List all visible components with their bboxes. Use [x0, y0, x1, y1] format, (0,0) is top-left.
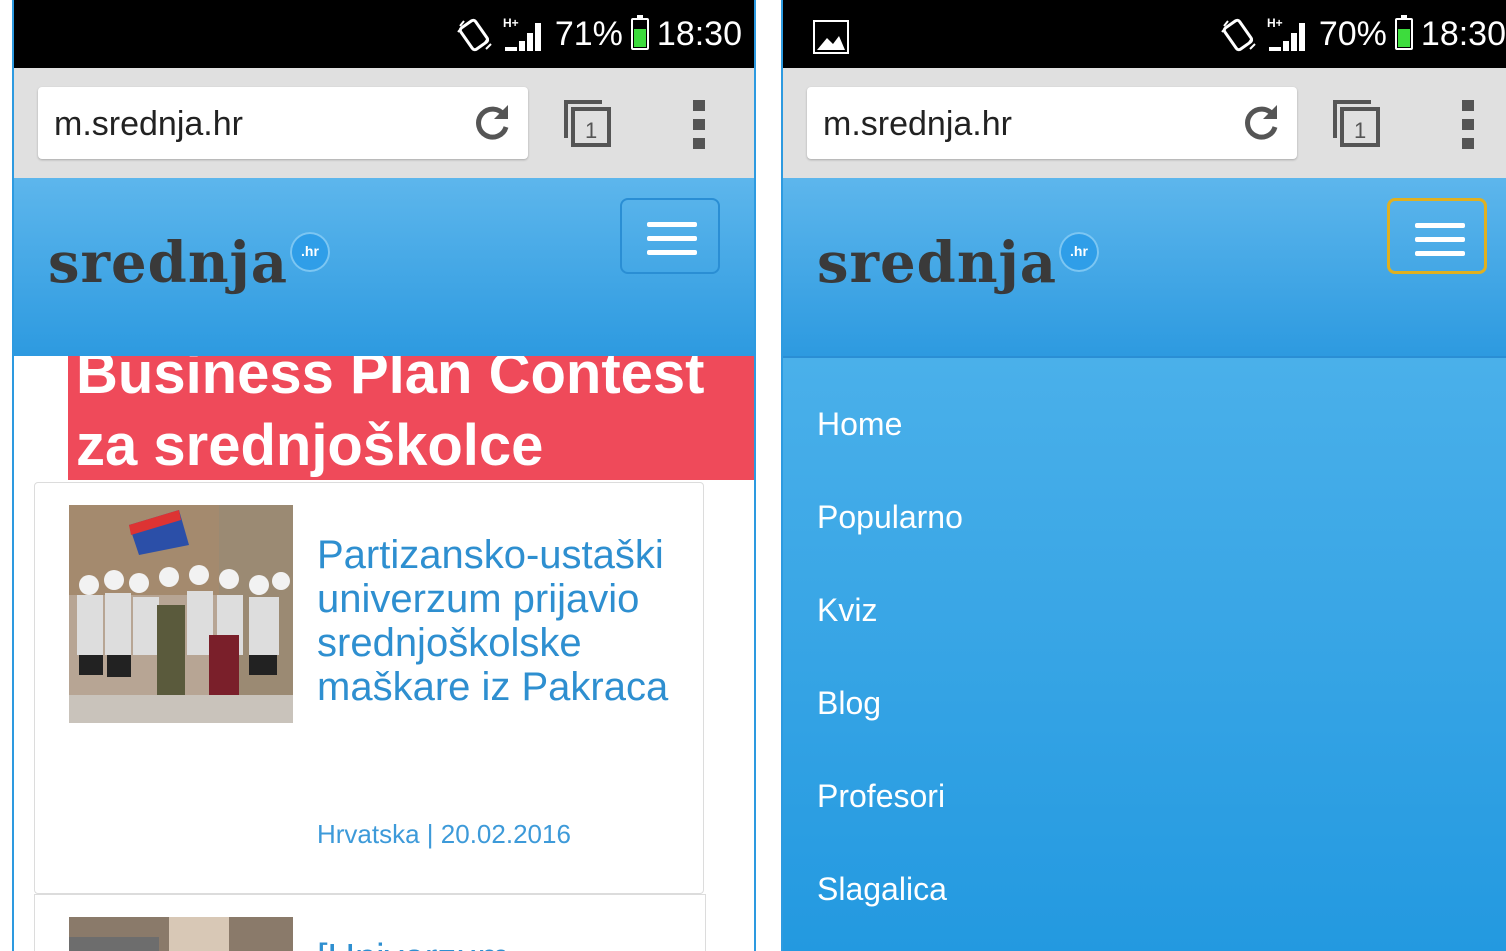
hamburger-menu-icon[interactable] [1387, 198, 1487, 274]
nav-item-popularno[interactable]: Popularno [817, 499, 963, 536]
site-logo[interactable]: srednja [48, 230, 288, 296]
svg-text:1: 1 [585, 118, 597, 143]
site-logo[interactable]: srednja [817, 230, 1057, 296]
site-header: srednja .hr [14, 178, 754, 356]
status-bar: H+ 71% 18:30 [14, 0, 754, 68]
clock: 18:30 [656, 14, 742, 53]
tabs-icon[interactable]: 1 [1331, 98, 1383, 150]
nav-menu: Home Popularno Kviz Blog Profesori Slaga… [783, 356, 1506, 951]
vibrate-icon [1221, 18, 1256, 52]
svg-text:H+: H+ [503, 16, 519, 30]
reload-icon[interactable] [1239, 101, 1283, 145]
battery-percent: 70% [1318, 14, 1387, 53]
battery-percent: 71% [554, 14, 623, 53]
status-bar: H+ 70% 18:30 [783, 0, 1506, 68]
browser-toolbar: m.srednja.hr 1 [14, 68, 754, 178]
banner-line-2: za srednjoškolce [76, 413, 544, 478]
battery-icon [630, 15, 649, 50]
article-title[interactable]: [Univerzum... [317, 937, 541, 951]
signal-hplus-icon: H+ [1267, 16, 1305, 51]
left-phone-screen: H+ 71% 18:30 m.srednja.hr 1 srednja .hr … [12, 0, 756, 951]
reload-icon[interactable] [470, 101, 514, 145]
url-bar[interactable]: m.srednja.hr [38, 87, 528, 159]
site-header: srednja .hr [783, 178, 1506, 356]
clock: 18:30 [1420, 14, 1506, 53]
article-meta[interactable]: Hrvatska | 20.02.2016 [317, 819, 571, 850]
article-title[interactable]: Partizansko-ustaški univerzum prijavio s… [317, 533, 687, 709]
logo-badge: .hr [1059, 232, 1099, 272]
tabs-icon[interactable]: 1 [562, 98, 614, 150]
browser-toolbar: m.srednja.hr 1 [783, 68, 1506, 178]
right-phone-screen: H+ 70% 18:30 m.srednja.hr 1 srednja .hr … [781, 0, 1506, 951]
overflow-menu-icon[interactable] [1459, 98, 1479, 150]
image-notification-icon [813, 20, 849, 54]
article-thumbnail[interactable] [69, 505, 293, 723]
vibrate-icon [457, 18, 492, 52]
hamburger-menu-icon[interactable] [620, 198, 720, 274]
overflow-menu-icon[interactable] [690, 98, 710, 150]
url-text: m.srednja.hr [823, 105, 1012, 143]
url-bar[interactable]: m.srednja.hr [807, 87, 1297, 159]
battery-icon [1394, 15, 1413, 50]
nav-item-profesori[interactable]: Profesori [817, 778, 945, 815]
nav-item-kviz[interactable]: Kviz [817, 592, 877, 629]
article-card[interactable]: [Univerzum... [34, 894, 706, 951]
url-text: m.srednja.hr [54, 105, 243, 143]
nav-item-slagalica[interactable]: Slagalica [817, 871, 947, 908]
svg-text:H+: H+ [1267, 16, 1283, 30]
logo-badge: .hr [290, 232, 330, 272]
nav-item-blog[interactable]: Blog [817, 685, 881, 722]
svg-text:1: 1 [1354, 118, 1366, 143]
nav-item-home[interactable]: Home [817, 406, 902, 443]
banner-line-1: Business Plan Contest [76, 356, 705, 406]
promo-banner[interactable]: Business Plan Contest za srednjoškolce [68, 356, 754, 480]
article-card[interactable]: Partizansko-ustaški univerzum prijavio s… [34, 482, 704, 894]
article-thumbnail[interactable] [69, 917, 293, 951]
signal-hplus-icon: H+ [503, 16, 541, 51]
